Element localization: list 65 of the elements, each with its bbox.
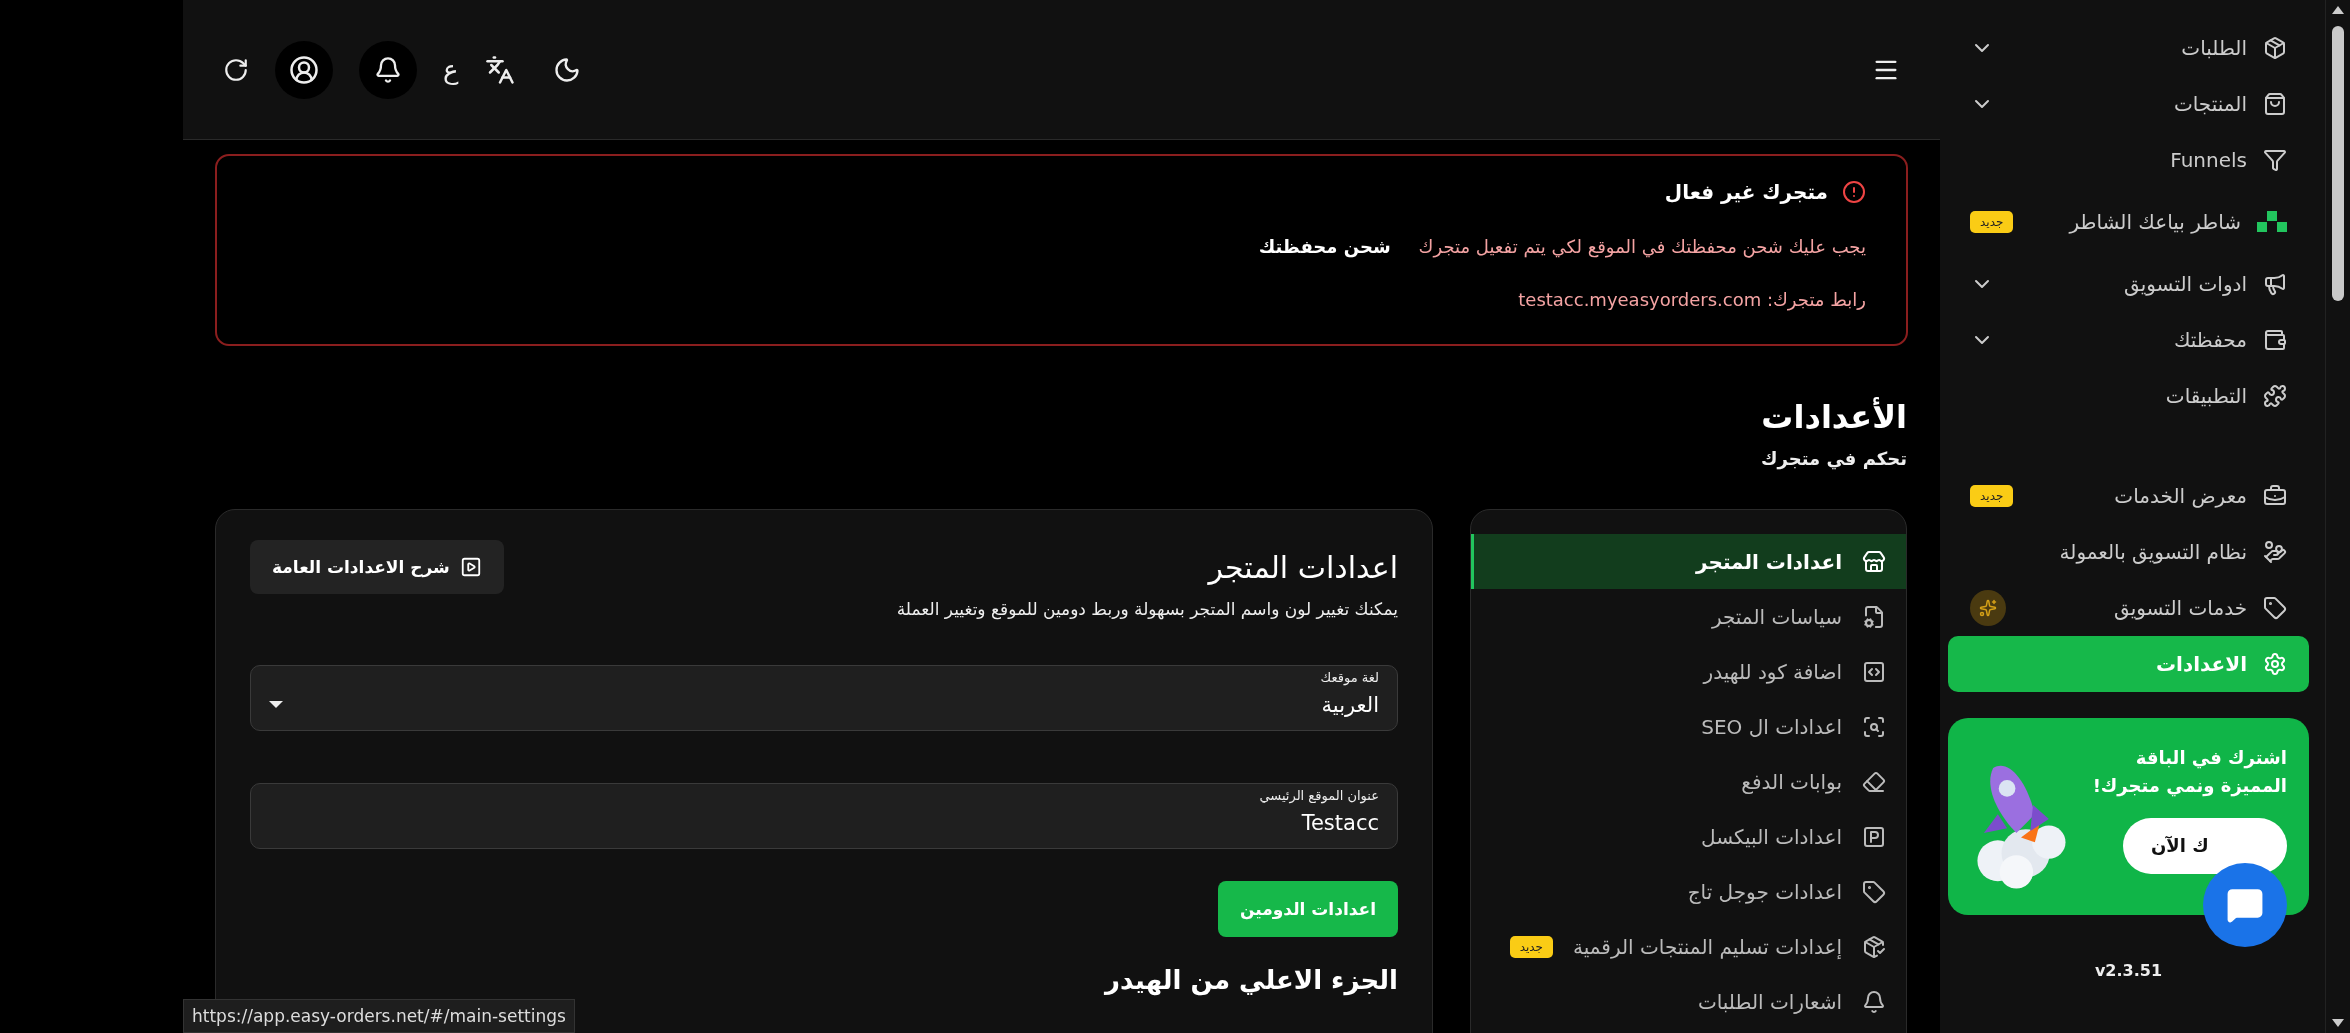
alert-icon bbox=[1842, 180, 1866, 204]
sidebar-item[interactable]: نظام التسويق بالعمولة bbox=[1948, 524, 2309, 580]
bag-icon bbox=[2263, 92, 2287, 116]
settings-nav-item[interactable]: اعدادات البيكسل bbox=[1471, 809, 1906, 864]
code-icon bbox=[1862, 659, 1886, 684]
new-badge: جديد bbox=[1509, 935, 1554, 958]
store-icon bbox=[1862, 549, 1886, 574]
scan-icon bbox=[1862, 714, 1886, 739]
card-title: اعدادات المتجر bbox=[1206, 550, 1398, 585]
language-button[interactable]: ع bbox=[443, 40, 459, 99]
sparkle-icon bbox=[1970, 590, 2006, 626]
select-field[interactable]: لغة موقعك العربية bbox=[250, 665, 1398, 731]
section-heading: الجزء الاعلي من الهيدر bbox=[1103, 965, 1398, 995]
hand-coins-icon bbox=[2263, 540, 2287, 564]
page-subtitle: تحكم في متجرك bbox=[1761, 448, 1907, 469]
help-button[interactable]: شرح الاعدادات العامة bbox=[250, 540, 504, 594]
settings-nav-item[interactable]: اعدادات المتجر bbox=[1471, 534, 1906, 589]
subscribe-button[interactable]: ك الآن bbox=[2123, 817, 2287, 874]
version-label: v2.3.51 bbox=[2094, 961, 2163, 980]
settings-nav-item[interactable]: اعدادات ال SEO bbox=[1471, 699, 1906, 754]
sidebar-item[interactable]: خدمات التسويق bbox=[1948, 580, 2309, 636]
puzzle-icon bbox=[2263, 384, 2287, 408]
alert-title: متجرك غير فعال bbox=[1664, 180, 1828, 204]
settings-nav-item[interactable]: اشعارات الطلبات bbox=[1471, 974, 1906, 1029]
eraser-icon bbox=[1862, 769, 1886, 794]
sidebar-item[interactable]: شاطر بياعك الشاطر جديد bbox=[1948, 188, 2309, 256]
tag-icon bbox=[1862, 879, 1886, 904]
funnel-icon bbox=[2263, 148, 2287, 172]
card-description: يمكنك تغيير لون واسم المتجر بسهولة وربط دومين للموقع وتغيير العملة bbox=[896, 599, 1398, 619]
bell-icon bbox=[1862, 989, 1886, 1014]
wallet-icon bbox=[2263, 328, 2287, 352]
play-icon bbox=[459, 556, 482, 578]
settings-nav-item[interactable]: اعدادات جوجل تاج bbox=[1471, 864, 1906, 919]
package-icon bbox=[1862, 934, 1886, 959]
top-up-link[interactable]: شحن محفظتك bbox=[1258, 236, 1391, 257]
settings-nav-item[interactable]: إعدادات تسليم المنتجات الرقمية جديد bbox=[1471, 919, 1906, 974]
alert-message: يجب عليك شحن محفظتك في الموقع لكي يتم تفعيل متجرك bbox=[1418, 236, 1866, 257]
sidebar-item[interactable]: محفظتك bbox=[1948, 312, 2309, 368]
settings-nav-item[interactable]: اضافة كود للهيدر bbox=[1471, 644, 1906, 699]
scroll-up-icon bbox=[2332, 6, 2344, 14]
sidebar-item[interactable]: المنتجات bbox=[1948, 76, 2309, 132]
box-icon bbox=[2263, 36, 2287, 60]
settings-nav-item[interactable]: بوابات الدفع bbox=[1471, 754, 1906, 809]
settings-icon bbox=[2263, 652, 2287, 676]
parking-icon bbox=[1862, 824, 1886, 849]
status-url: https://app.easy-orders.net/#/main-settings bbox=[183, 999, 575, 1033]
blocks-icon bbox=[2257, 211, 2287, 233]
sidebar-item[interactable]: التطبيقات bbox=[1948, 368, 2309, 424]
new-badge: جديد bbox=[1970, 485, 2014, 507]
sidebar-item[interactable]: معرض الخدمات جديد bbox=[1948, 468, 2309, 524]
promo-text: اشترك في الباقة المميزة ونمي متجرك! bbox=[2091, 746, 2287, 799]
tag-icon bbox=[2263, 596, 2287, 620]
settings-nav-item[interactable]: سياسات المتجر bbox=[1471, 589, 1906, 644]
dropdown-icon bbox=[269, 701, 283, 708]
briefcase-icon bbox=[2263, 484, 2287, 508]
sidebar-item[interactable]: الطلبات bbox=[1948, 20, 2309, 76]
scroll-down-icon bbox=[2332, 1019, 2344, 1027]
chat-icon bbox=[2226, 886, 2264, 924]
megaphone-icon bbox=[2263, 272, 2287, 296]
new-badge: جديد bbox=[1970, 211, 2014, 233]
document-icon bbox=[1862, 604, 1886, 629]
page-title: الأعدادات bbox=[1761, 398, 1907, 436]
sidebar-item[interactable]: ادوات التسويق bbox=[1948, 256, 2309, 312]
sidebar-item[interactable]: Funnels bbox=[1948, 132, 2309, 188]
scrollbar-thumb[interactable] bbox=[2332, 26, 2344, 301]
